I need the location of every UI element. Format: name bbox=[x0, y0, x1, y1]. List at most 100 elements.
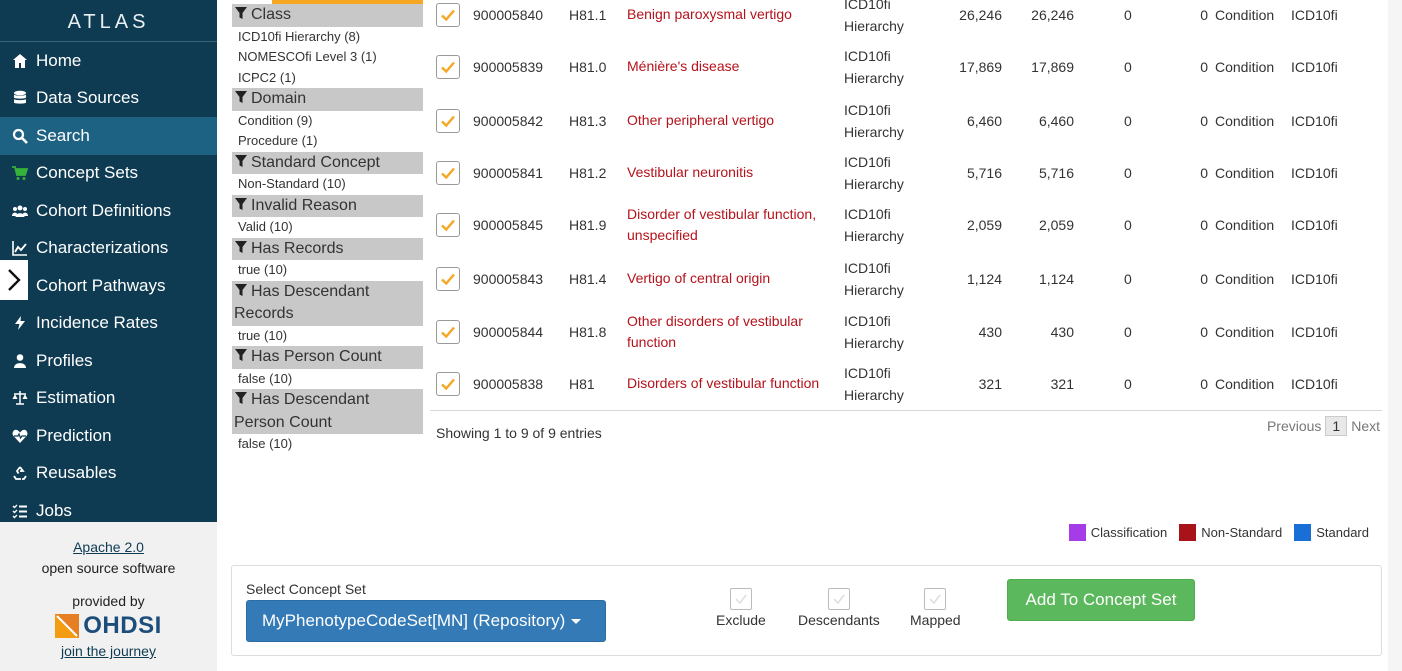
sidebar-item-label: Home bbox=[36, 50, 82, 70]
option-mapped[interactable]: Mapped bbox=[910, 588, 961, 628]
concept-name-link[interactable]: Benign paroxysmal vertigo bbox=[627, 4, 837, 25]
legend-swatch bbox=[1179, 524, 1197, 541]
facet-item[interactable]: Non-Standard (10) bbox=[232, 174, 423, 195]
concept-set-select[interactable]: MyPhenotypeCodeSet[MN] (Repository) bbox=[246, 600, 606, 642]
filter-icon bbox=[235, 91, 247, 103]
facet-header[interactable]: Invalid Reason bbox=[232, 194, 423, 217]
row-select-checkbox[interactable] bbox=[436, 371, 460, 396]
facet-item[interactable]: true (10) bbox=[232, 326, 423, 347]
record-count: 5,716 bbox=[966, 164, 1002, 181]
row-select-checkbox[interactable] bbox=[436, 212, 460, 237]
domain: Condition bbox=[1215, 375, 1275, 392]
concept-name-link[interactable]: Vertigo of central origin bbox=[627, 268, 837, 289]
facet-item[interactable]: true (10) bbox=[232, 260, 423, 281]
filter-icon bbox=[235, 197, 247, 210]
sidebar-item-label: Data Sources bbox=[36, 88, 139, 108]
concept-name-link[interactable]: Disorder of vestibular function, unspeci… bbox=[627, 204, 837, 246]
row-select-checkbox[interactable] bbox=[436, 266, 460, 291]
concept-name-link[interactable]: Ménière's disease bbox=[627, 56, 837, 77]
sidebar-item-label: Estimation bbox=[36, 388, 116, 408]
check-icon bbox=[441, 378, 455, 390]
check-icon bbox=[441, 219, 455, 231]
row-select-checkbox[interactable] bbox=[436, 108, 460, 133]
descendants-checkbox[interactable] bbox=[827, 588, 850, 610]
table-row: 900005838 H81 Disorders of vestibular func… bbox=[430, 357, 1382, 410]
concept-class: ICD10fi Hierarchy bbox=[844, 0, 904, 37]
facet-header[interactable]: Domain bbox=[232, 88, 423, 111]
sidebar-item-cohort-definitions[interactable]: Cohort Definitions bbox=[0, 192, 217, 230]
sidebar-item-search[interactable]: Search bbox=[0, 117, 217, 155]
page-scrollbar[interactable] bbox=[1388, 0, 1402, 671]
facet-header[interactable]: Standard Concept bbox=[232, 151, 423, 174]
facet-header[interactable]: Class bbox=[232, 4, 423, 27]
pagination-next[interactable]: Next bbox=[1351, 418, 1380, 434]
row-select-checkbox[interactable] bbox=[436, 319, 460, 344]
mapped-checkbox[interactable] bbox=[924, 588, 947, 610]
sidebar-item-characterizations[interactable]: Characterizations bbox=[0, 230, 217, 268]
sidebar-item-label: Cohort Definitions bbox=[36, 200, 172, 220]
person-count: 0 bbox=[1124, 112, 1132, 129]
search-icon bbox=[8, 128, 32, 144]
mapped-label: Mapped bbox=[910, 612, 961, 628]
facet-item[interactable]: NOMESCOfi Level 3 (1) bbox=[232, 47, 423, 68]
table-row: 900005843 H81.4 Vertigo of central origin I… bbox=[430, 252, 1382, 305]
sidebar-item-cohort-pathways[interactable]: Cohort Pathways bbox=[0, 267, 217, 305]
concept-id: 900005844 bbox=[473, 323, 544, 340]
concept-id: 900005840 bbox=[473, 6, 544, 23]
facet-header[interactable]: Has Records bbox=[232, 237, 423, 260]
concept-class-line2: Hierarchy bbox=[844, 386, 904, 403]
facet-item[interactable]: Condition (9) bbox=[232, 111, 423, 132]
sidebar-item-data-sources[interactable]: Data Sources bbox=[0, 80, 217, 118]
row-select-checkbox[interactable] bbox=[436, 54, 460, 79]
record-count: 26,246 bbox=[959, 6, 1002, 23]
sidebar-item-reusables[interactable]: Reusables bbox=[0, 455, 217, 493]
database-icon bbox=[8, 90, 32, 106]
facet-item[interactable]: Valid (10) bbox=[232, 217, 423, 238]
license-link[interactable]: Apache 2.0 bbox=[0, 537, 217, 558]
facet-item[interactable]: false (10) bbox=[232, 434, 423, 455]
facet-item[interactable]: false (10) bbox=[232, 369, 423, 390]
legend-swatch bbox=[1294, 524, 1312, 541]
option-exclude[interactable]: Exclude bbox=[716, 588, 766, 628]
concept-name-link[interactable]: Disorders of vestibular function bbox=[627, 373, 837, 394]
sidebar-item-label: Reusables bbox=[36, 463, 117, 483]
sidebar-item-home[interactable]: Home bbox=[0, 42, 217, 80]
sidebar-item-concept-sets[interactable]: Concept Sets bbox=[0, 155, 217, 193]
concept-class-line1: ICD10fi bbox=[844, 364, 891, 381]
facet-header[interactable]: Has Person Count bbox=[232, 346, 423, 369]
add-to-concept-set-button[interactable]: Add To Concept Set bbox=[1007, 579, 1195, 621]
facet-item[interactable]: ICD10fi Hierarchy (8) bbox=[232, 27, 423, 48]
caret-down-icon bbox=[571, 618, 582, 624]
facet-header-label: Standard Concept bbox=[251, 153, 380, 171]
facet-header[interactable]: Has Descendant Person Count bbox=[232, 389, 423, 434]
facet-item[interactable]: ICPC2 (1) bbox=[232, 68, 423, 89]
concept-class: ICD10fi Hierarchy bbox=[844, 362, 904, 406]
user-icon bbox=[8, 353, 32, 369]
pagination-page-1[interactable]: 1 bbox=[1325, 416, 1348, 436]
facet-header[interactable]: Has Descendant Records bbox=[232, 280, 423, 326]
sidebar-item-prediction[interactable]: Prediction bbox=[0, 417, 217, 455]
app-brand[interactable]: ATLAS bbox=[0, 0, 217, 42]
domain: Condition bbox=[1215, 216, 1275, 233]
join-link[interactable]: join the journey bbox=[0, 643, 217, 659]
domain: Condition bbox=[1215, 164, 1275, 181]
exclude-checkbox[interactable] bbox=[729, 588, 752, 610]
concept-name-link[interactable]: Other peripheral vertigo bbox=[627, 110, 837, 131]
row-select-checkbox[interactable] bbox=[436, 160, 460, 185]
pagination: Previous 1 Next bbox=[1267, 416, 1380, 436]
row-select-checkbox[interactable] bbox=[436, 2, 460, 27]
pagination-previous[interactable]: Previous bbox=[1267, 418, 1321, 434]
sidebar-toggle-button[interactable] bbox=[0, 260, 28, 300]
record-count: 17,869 bbox=[959, 58, 1002, 75]
sidebar-item-incidence-rates[interactable]: Incidence Rates bbox=[0, 305, 217, 343]
sidebar-item-profiles[interactable]: Profiles bbox=[0, 342, 217, 380]
facet-item[interactable]: Procedure (1) bbox=[232, 131, 423, 152]
ohdsi-logo[interactable]: OHDSI bbox=[0, 612, 217, 639]
concept-name-link[interactable]: Vestibular neuronitis bbox=[627, 162, 837, 183]
sidebar-item-estimation[interactable]: Estimation bbox=[0, 380, 217, 418]
sidebar-item-label: Search bbox=[36, 125, 90, 145]
concept-class: ICD10fi Hierarchy bbox=[844, 151, 904, 195]
concept-name-link[interactable]: Other disorders of vestibular function bbox=[627, 311, 837, 353]
check-icon bbox=[441, 115, 455, 127]
option-descendants[interactable]: Descendants bbox=[798, 588, 880, 628]
